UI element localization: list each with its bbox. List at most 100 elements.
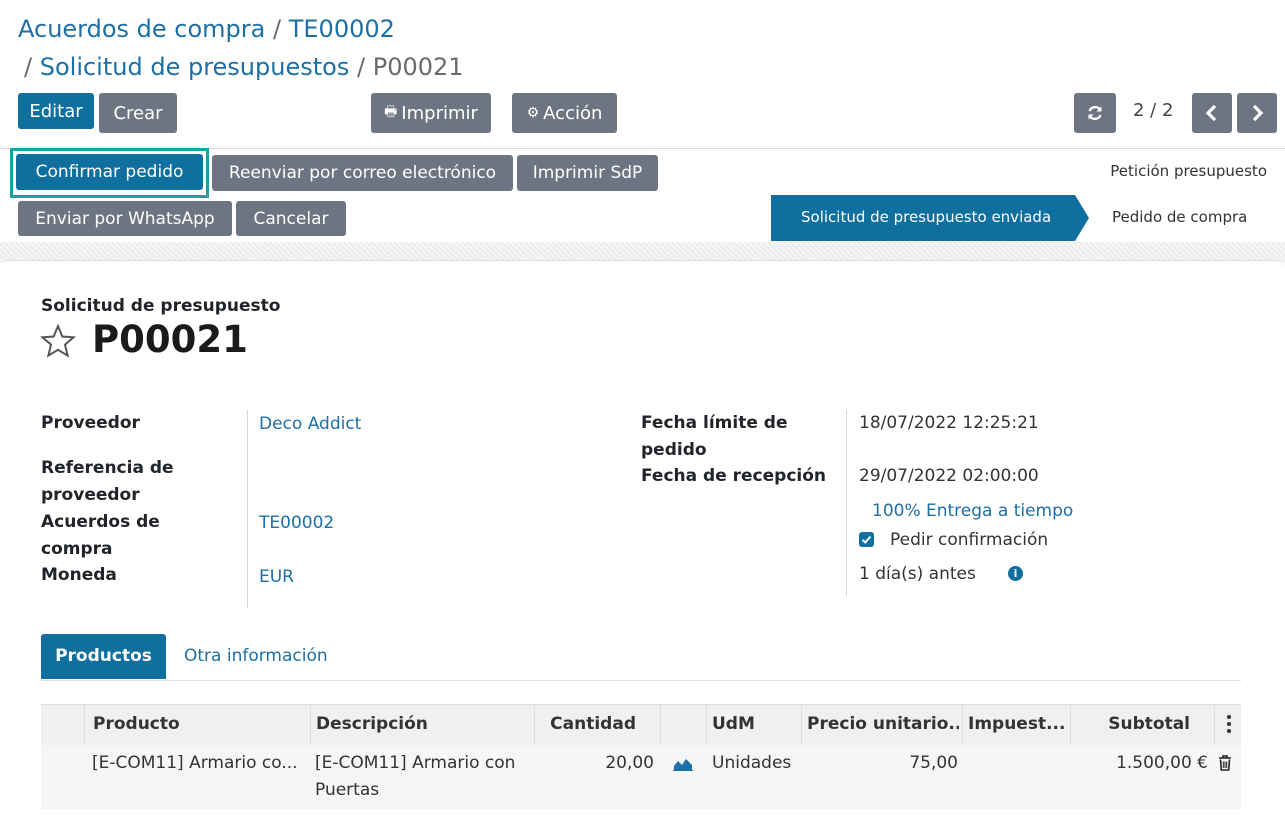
chevron-right-icon — [1252, 104, 1264, 122]
print-rfq-button[interactable]: Imprimir SdP — [517, 155, 658, 191]
breadcrumb: Acuerdos de compra / TE00002 — [18, 14, 395, 44]
status-step-draft[interactable]: Petición presupuesto — [1110, 162, 1267, 180]
breadcrumb-item-rfqs[interactable]: Solicitud de presupuestos — [40, 53, 350, 81]
agreement-field[interactable]: TE00002 — [259, 510, 334, 537]
vendor-ref-label-line1: Referencia de — [41, 458, 174, 478]
send-whatsapp-label: Enviar por WhatsApp — [35, 208, 215, 229]
table-header-divider — [84, 705, 85, 744]
deadline-label: Fecha límite de pedido — [641, 410, 788, 464]
column-header-product[interactable]: Producto — [93, 704, 180, 744]
column-header-taxes[interactable]: Impuest... — [968, 704, 1068, 744]
row-unit-price-cell[interactable]: 75,00 — [830, 750, 958, 777]
breadcrumb-item-agreements[interactable]: Acuerdos de compra — [18, 15, 265, 43]
chevron-left-icon — [1205, 104, 1217, 122]
deadline-label-line1: Fecha límite de — [641, 413, 788, 433]
resend-email-label: Reenviar por correo electrónico — [228, 163, 497, 183]
table-header-divider — [801, 705, 802, 744]
document-name: P00021 — [92, 318, 248, 361]
column-header-uom[interactable]: UdM — [712, 704, 755, 744]
table-header-divider — [962, 705, 963, 744]
document-type-label: Solicitud de presupuesto — [41, 296, 281, 316]
breadcrumb-separator: / — [273, 15, 282, 43]
info-icon[interactable]: i — [1008, 566, 1023, 581]
breadcrumb-line2: / Solicitud de presupuestos / P00021 — [24, 52, 464, 82]
on-time-rate-link[interactable]: 100% Entrega a tiempo — [872, 498, 1073, 525]
table-header-divider — [706, 705, 707, 744]
receipt-date-label: Fecha de recepción — [641, 466, 827, 486]
gear-icon: ⚙ — [526, 105, 540, 121]
reminder-days-field[interactable]: 1 día(s) antes — [859, 561, 976, 588]
left-group-divider — [247, 410, 248, 608]
vendor-field[interactable]: Deco Addict — [259, 411, 361, 438]
print-icon: 🖶 — [384, 104, 398, 120]
vendor-label: Proveedor — [41, 413, 140, 433]
row-quantity-cell[interactable]: 20,00 — [560, 750, 654, 777]
vendor-ref-label: Referencia de proveedor — [41, 455, 174, 509]
receipt-date-field[interactable]: 29/07/2022 02:00:00 — [859, 463, 1039, 490]
breadcrumb-current: P00021 — [372, 53, 464, 81]
row-product-cell[interactable]: [E-COM11] Armario co... — [92, 750, 298, 777]
resend-email-button[interactable]: Reenviar por correo electrónico — [212, 155, 513, 191]
status-step-purchase[interactable]: Pedido de compra — [1112, 208, 1247, 226]
action-dropdown-button[interactable]: ⚙ Acción — [512, 93, 617, 133]
form-sheet-background — [0, 242, 1285, 262]
forecast-chart-icon[interactable] — [673, 757, 693, 771]
reload-button[interactable] — [1074, 93, 1116, 133]
agreement-label-line1: Acuerdos de — [41, 512, 160, 532]
pager-previous-button[interactable] — [1192, 93, 1232, 133]
confirm-order-button[interactable]: Confirmar pedido — [16, 154, 203, 190]
tab-products-label: Productos — [55, 646, 152, 666]
ask-confirmation-checkbox[interactable] — [859, 532, 874, 547]
agreement-label: Acuerdos de compra — [41, 509, 160, 563]
vendor-ref-field[interactable] — [259, 455, 599, 482]
tabs-underline — [41, 680, 1241, 681]
agreement-label-line2: compra — [41, 539, 113, 559]
breadcrumb-item-agreement[interactable]: TE00002 — [289, 15, 395, 43]
tab-other-info[interactable]: Otra información — [184, 646, 328, 666]
row-uom-cell[interactable]: Unidades — [712, 750, 791, 777]
create-button[interactable]: Crear — [99, 93, 177, 133]
action-button-label: Acción — [543, 102, 603, 124]
column-header-subtotal[interactable]: Subtotal — [1076, 704, 1190, 744]
tab-products[interactable]: Productos — [41, 634, 166, 679]
create-button-label: Crear — [113, 102, 163, 124]
currency-label: Moneda — [41, 565, 117, 585]
row-subtotal-cell: 1.500,00 € — [1116, 753, 1208, 773]
print-dropdown-button[interactable]: 🖶 Imprimir — [371, 93, 491, 133]
confirm-order-label: Confirmar pedido — [35, 162, 184, 182]
edit-button-label: Editar — [29, 100, 83, 122]
pager-value[interactable]: 2 / 2 — [1133, 100, 1173, 121]
currency-field[interactable]: EUR — [259, 564, 294, 591]
row-description-line1: [E-COM11] Armario con — [315, 753, 516, 773]
cancel-label: Cancelar — [253, 208, 329, 229]
table-header-divider — [534, 705, 535, 744]
column-header-unit-price[interactable]: Precio unitario... — [807, 704, 959, 744]
send-whatsapp-button[interactable]: Enviar por WhatsApp — [18, 201, 232, 236]
row-description-cell[interactable]: [E-COM11] Armario con Puertas — [315, 750, 515, 804]
column-header-description[interactable]: Descripción — [316, 704, 428, 744]
right-group-divider — [846, 410, 847, 596]
table-header-divider — [660, 705, 661, 744]
deadline-field[interactable]: 18/07/2022 12:25:21 — [859, 410, 1039, 437]
cancel-button[interactable]: Cancelar — [236, 201, 346, 236]
star-icon[interactable] — [40, 324, 76, 358]
check-icon — [861, 535, 872, 544]
edit-button[interactable]: Editar — [18, 93, 94, 129]
refresh-icon — [1088, 105, 1102, 121]
table-header-divider — [1214, 705, 1215, 744]
ask-confirmation-label: Pedir confirmación — [890, 530, 1049, 550]
deadline-label-line2: pedido — [641, 440, 707, 460]
vendor-ref-label-line2: proveedor — [41, 485, 140, 505]
table-header-divider — [1070, 705, 1071, 744]
optional-columns-icon[interactable] — [1226, 715, 1232, 733]
table-header-divider — [310, 705, 311, 744]
breadcrumb-separator: / — [24, 53, 33, 81]
status-step-sent[interactable]: Solicitud de presupuesto enviada — [801, 208, 1051, 226]
row-description-line2: Puertas — [315, 780, 380, 800]
trash-icon[interactable] — [1218, 755, 1232, 771]
pager-next-button[interactable] — [1237, 93, 1277, 133]
print-rfq-label: Imprimir SdP — [532, 163, 643, 183]
column-header-quantity[interactable]: Cantidad — [549, 704, 636, 744]
print-button-label: Imprimir — [401, 102, 478, 124]
breadcrumb-separator: / — [356, 53, 366, 81]
